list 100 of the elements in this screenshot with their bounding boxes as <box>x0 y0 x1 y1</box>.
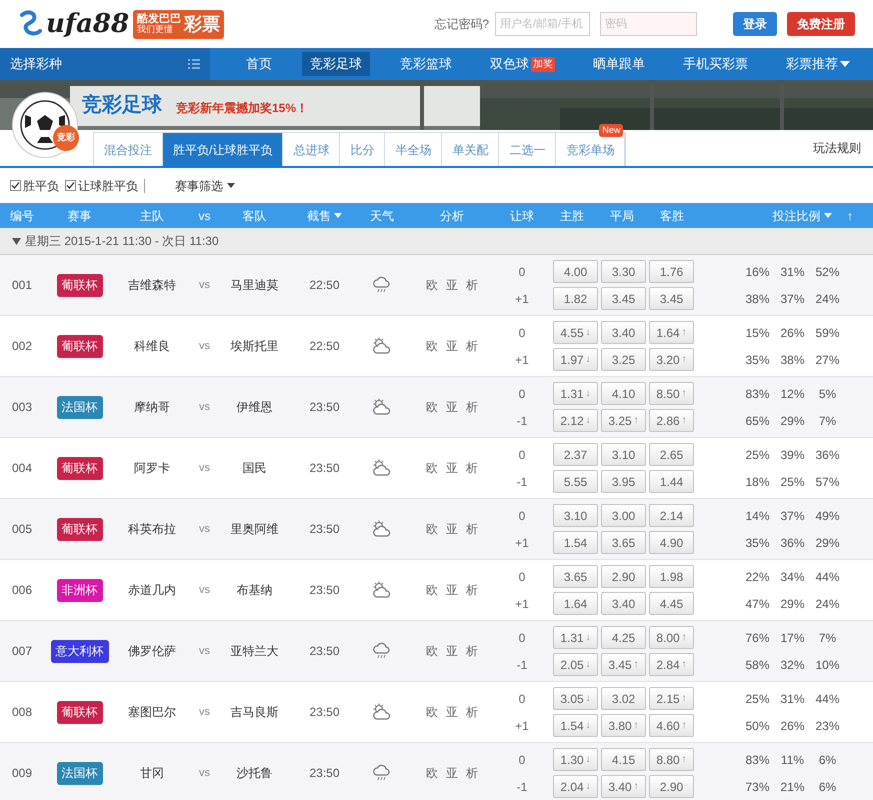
analysis-link[interactable]: 析 <box>466 459 478 477</box>
register-button[interactable]: 免费注册 <box>787 12 855 36</box>
rules-link[interactable]: 玩法规则 <box>813 139 861 157</box>
analysis-link[interactable]: 亚 <box>446 581 458 599</box>
lottery-picker[interactable]: 选择彩种 <box>10 54 62 74</box>
username-field[interactable]: 用户名/邮箱/手机 <box>495 12 590 36</box>
odds-button[interactable]: 1.97 ↓ <box>553 348 598 371</box>
odds-button[interactable]: 8.80 ↑ <box>649 748 694 771</box>
list-icon[interactable] <box>188 59 200 69</box>
analysis-link[interactable]: 亚 <box>446 276 458 294</box>
analysis-link[interactable]: 析 <box>466 764 478 782</box>
sort-caret-icon[interactable] <box>334 213 342 218</box>
odds-button[interactable]: 4.15 <box>601 748 646 771</box>
odds-button[interactable]: 3.02 <box>601 687 646 710</box>
league-tag[interactable]: 葡联杯 <box>56 274 102 296</box>
odds-button[interactable]: 3.45 ↑ <box>601 653 646 676</box>
odds-button[interactable]: 4.60 ↑ <box>649 714 694 737</box>
league-tag[interactable]: 葡联杯 <box>56 334 102 358</box>
odds-button[interactable]: 8.00 ↑ <box>649 626 694 649</box>
league-tag[interactable]: 法国杯 <box>56 762 102 784</box>
nav-item[interactable]: 双色球 加奖 <box>482 52 563 76</box>
league-tag[interactable]: 非洲杯 <box>56 578 102 602</box>
odds-button[interactable]: 4.90 <box>649 531 694 554</box>
analysis-link[interactable]: 析 <box>466 520 478 538</box>
analysis-link[interactable]: 析 <box>466 642 478 660</box>
odds-button[interactable]: 1.44 <box>649 470 694 493</box>
analysis-link[interactable]: 欧 <box>426 764 438 782</box>
odds-button[interactable]: 3.10 <box>553 504 598 527</box>
sort-caret-icon[interactable] <box>824 213 832 218</box>
analysis-link[interactable]: 欧 <box>426 642 438 660</box>
analysis-link[interactable]: 亚 <box>446 703 458 721</box>
nav-item[interactable]: 彩票推荐 <box>778 52 858 76</box>
analysis-link[interactable]: 欧 <box>426 337 438 355</box>
odds-button[interactable]: 1.98 <box>649 565 694 588</box>
odds-button[interactable]: 4.00 <box>553 260 598 283</box>
analysis-link[interactable]: 亚 <box>446 337 458 355</box>
odds-button[interactable]: 1.31 ↓ <box>553 626 598 649</box>
checkbox[interactable] <box>10 180 21 191</box>
odds-button[interactable]: 3.40 ↑ <box>601 775 646 798</box>
analysis-link[interactable]: 析 <box>466 337 478 355</box>
odds-button[interactable]: 3.40 <box>601 592 646 615</box>
odds-button[interactable]: 2.84 ↑ <box>649 653 694 676</box>
odds-button[interactable]: 3.20 ↑ <box>649 348 694 371</box>
analysis-link[interactable]: 亚 <box>446 764 458 782</box>
odds-button[interactable]: 2.14 <box>649 504 694 527</box>
odds-button[interactable]: 3.00 <box>601 504 646 527</box>
odds-button[interactable]: 3.40 <box>601 321 646 344</box>
league-tag[interactable]: 葡联杯 <box>56 700 102 724</box>
odds-button[interactable]: 3.30 <box>601 260 646 283</box>
analysis-link[interactable]: 欧 <box>426 276 438 294</box>
league-tag[interactable]: 意大利杯 <box>50 640 108 662</box>
odds-button[interactable]: 3.45 <box>601 287 646 310</box>
odds-button[interactable]: 4.45 <box>649 592 694 615</box>
odds-button[interactable]: 4.25 <box>601 626 646 649</box>
league-tag[interactable]: 葡联杯 <box>56 518 102 540</box>
analysis-link[interactable]: 亚 <box>446 520 458 538</box>
odds-button[interactable]: 3.10 <box>601 443 646 466</box>
analysis-link[interactable]: 析 <box>466 703 478 721</box>
password-field[interactable]: 密码 <box>600 12 697 36</box>
odds-button[interactable]: 5.55 <box>553 470 598 493</box>
odds-button[interactable]: 2.15 ↑ <box>649 687 694 710</box>
analysis-link[interactable]: 亚 <box>446 459 458 477</box>
odds-button[interactable]: 2.12 ↓ <box>553 409 598 432</box>
odds-button[interactable]: 2.04 ↓ <box>553 775 598 798</box>
odds-button[interactable]: 3.80 ↑ <box>601 714 646 737</box>
analysis-link[interactable]: 亚 <box>446 642 458 660</box>
odds-button[interactable]: 1.64 <box>553 592 598 615</box>
odds-button[interactable]: 3.45 <box>649 287 694 310</box>
odds-button[interactable]: 3.65 <box>601 531 646 554</box>
odds-button[interactable]: 2.90 <box>601 565 646 588</box>
nav-item[interactable]: 手机买彩票 <box>675 52 756 76</box>
analysis-link[interactable]: 析 <box>466 276 478 294</box>
odds-button[interactable]: 1.31 ↓ <box>553 382 598 405</box>
odds-button[interactable]: 2.05 ↓ <box>553 653 598 676</box>
odds-button[interactable]: 3.65 <box>553 565 598 588</box>
forgot-password-link[interactable]: 忘记密码? <box>434 15 489 33</box>
odds-button[interactable]: 1.54 ↓ <box>553 714 598 737</box>
login-button[interactable]: 登录 <box>733 12 777 36</box>
analysis-link[interactable]: 欧 <box>426 520 438 538</box>
odds-button[interactable]: 3.25 <box>601 348 646 371</box>
odds-button[interactable]: 1.54 <box>553 531 598 554</box>
analysis-link[interactable]: 欧 <box>426 703 438 721</box>
odds-button[interactable]: 8.50 ↑ <box>649 382 694 405</box>
odds-button[interactable]: 3.25 ↑ <box>601 409 646 432</box>
column-header[interactable]: 截售 <box>307 206 331 224</box>
odds-button[interactable]: 1.30 ↓ <box>553 748 598 771</box>
odds-button[interactable]: 2.86 ↑ <box>649 409 694 432</box>
odds-button[interactable]: 1.76 <box>649 260 694 283</box>
analysis-link[interactable]: 欧 <box>426 459 438 477</box>
nav-item[interactable]: 晒单跟单 <box>585 52 653 76</box>
nav-item[interactable]: 竞彩篮球 <box>392 52 460 76</box>
odds-button[interactable]: 2.65 <box>649 443 694 466</box>
match-filter-dropdown[interactable]: 赛事筛选 <box>175 176 235 194</box>
nav-item[interactable]: 首页 <box>238 52 280 76</box>
league-tag[interactable]: 葡联杯 <box>56 456 102 480</box>
odds-button[interactable]: 2.90 <box>649 775 694 798</box>
analysis-link[interactable]: 析 <box>466 398 478 416</box>
checkbox[interactable] <box>65 180 76 191</box>
collapse-caret-icon[interactable] <box>12 238 21 244</box>
odds-button[interactable]: 3.05 ↓ <box>553 687 598 710</box>
